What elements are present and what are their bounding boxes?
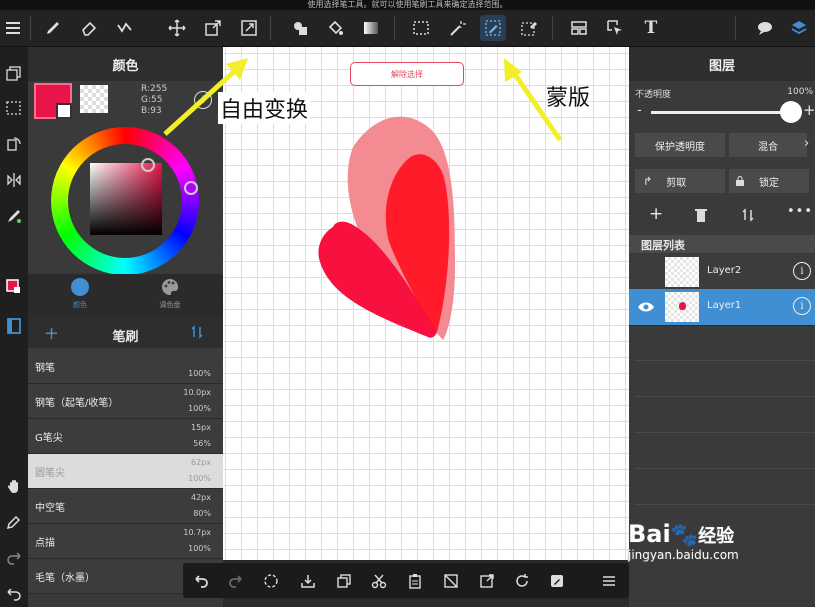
mask-annotation: 蒙版 bbox=[546, 86, 591, 111]
opacity-decrease-button[interactable]: - bbox=[637, 103, 642, 118]
rotate-selection-icon[interactable] bbox=[259, 569, 283, 593]
free-transform-annotation: 自由变换 bbox=[218, 92, 311, 124]
more-menu-icon[interactable] bbox=[597, 569, 621, 593]
add-layer-icon[interactable]: + bbox=[649, 204, 663, 224]
lock-label: 锁定 bbox=[759, 177, 779, 189]
opacity-slider-knob[interactable] bbox=[780, 101, 802, 123]
cut-icon[interactable] bbox=[367, 569, 391, 593]
visibility-eye-icon[interactable] bbox=[637, 301, 655, 313]
edit-icon[interactable] bbox=[545, 569, 569, 593]
layer-panel-title: 图层 bbox=[629, 47, 815, 81]
opacity-value: 100% bbox=[787, 87, 813, 97]
watermark-brand: Bai bbox=[628, 520, 671, 548]
empty-layer-slot bbox=[635, 360, 815, 361]
layer1-info-icon[interactable]: i bbox=[793, 297, 811, 315]
blend-button[interactable]: 混合 bbox=[729, 133, 807, 157]
empty-layer-slot bbox=[635, 396, 815, 397]
opacity-increase-button[interactable]: + bbox=[803, 101, 815, 119]
layer2-name: Layer2 bbox=[707, 265, 742, 276]
baidu-watermark: Bai🐾经验 jingyan.baidu.com bbox=[628, 520, 739, 562]
chevron-right-icon[interactable]: › bbox=[804, 136, 809, 151]
delete-layer-icon[interactable] bbox=[695, 207, 707, 226]
empty-layer-slot bbox=[635, 432, 815, 433]
reset-icon[interactable] bbox=[510, 569, 534, 593]
clip-button[interactable]: ↱ 剪取 bbox=[635, 169, 725, 193]
opacity-label: 不透明度 bbox=[635, 90, 672, 100]
empty-layer-slot bbox=[635, 468, 815, 469]
bottom-action-bar bbox=[183, 563, 629, 598]
layer2-info-icon[interactable]: i bbox=[793, 262, 811, 280]
layer2-thumbnail bbox=[665, 257, 699, 287]
layer-list-header: 图层列表 bbox=[629, 235, 815, 253]
empty-layer-slot bbox=[635, 504, 815, 505]
opacity-slider-track[interactable] bbox=[651, 111, 791, 114]
move-layer-icon[interactable] bbox=[741, 207, 755, 226]
paw-icon: 🐾 bbox=[670, 523, 699, 548]
layer1-thumbnail bbox=[665, 292, 699, 322]
clip-icon: ↱ bbox=[643, 174, 653, 188]
paste-icon[interactable] bbox=[403, 569, 427, 593]
layer-row-layer1[interactable]: Layer1 i bbox=[629, 289, 815, 326]
protect-alpha-button[interactable]: 保护透明度 bbox=[635, 133, 725, 157]
import-icon[interactable] bbox=[296, 569, 320, 593]
clip-label: 剪取 bbox=[666, 177, 687, 189]
redo-icon[interactable] bbox=[224, 569, 248, 593]
watermark-brand2: 经验 bbox=[698, 526, 735, 547]
layer-more-icon[interactable]: ••• bbox=[787, 204, 813, 219]
layer-list-title: 图层列表 bbox=[641, 239, 685, 252]
layer-row-layer2[interactable]: Layer2 i bbox=[629, 254, 815, 291]
undo-icon[interactable] bbox=[189, 569, 213, 593]
clear-icon[interactable] bbox=[439, 569, 463, 593]
lock-icon bbox=[736, 176, 744, 186]
copy-icon[interactable] bbox=[332, 569, 356, 593]
lock-button[interactable]: 锁定 bbox=[729, 169, 809, 193]
watermark-url: jingyan.baidu.com bbox=[628, 548, 739, 562]
layer1-name: Layer1 bbox=[707, 300, 742, 311]
transform-selection-icon[interactable] bbox=[475, 569, 499, 593]
